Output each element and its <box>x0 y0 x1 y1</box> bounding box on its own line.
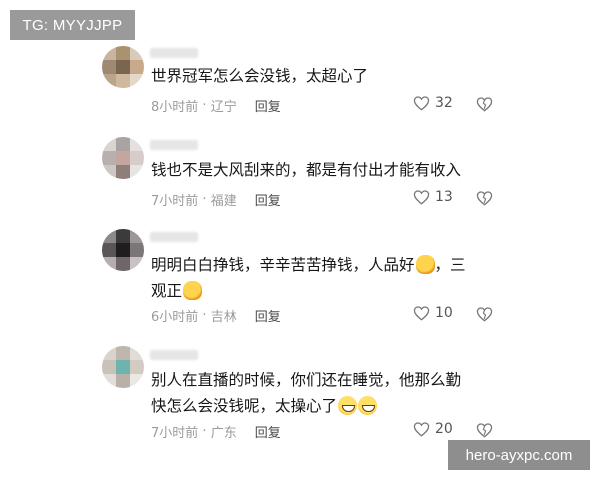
like-button[interactable]: 20 <box>413 421 453 437</box>
username-blurred[interactable] <box>150 350 198 360</box>
comment-text: 明明白白挣钱，辛辛苦苦挣钱，人品好 ，三 观正 <box>151 255 466 300</box>
username-blurred[interactable] <box>150 140 198 150</box>
heart-outline-icon <box>413 306 430 321</box>
comment-meta: 8小时前 · 辽宁 回复 <box>151 96 281 115</box>
like-count: 32 <box>435 95 453 111</box>
thumbs-up-emoji <box>415 255 435 274</box>
grinning-face-emoji <box>358 396 378 415</box>
comment-location: 福建 <box>210 194 237 209</box>
like-count: 13 <box>435 189 453 205</box>
comment-meta: 7小时前 · 广东 回复 <box>151 422 281 441</box>
comment-text: 别人在直播的时候，你们还在睡觉，他那么勤 快怎么会没钱呢，太操心了 <box>151 371 462 415</box>
comment-meta: 6小时前 · 吉林 回复 <box>151 306 281 325</box>
thumbs-up-emoji <box>183 281 203 300</box>
comment-location: 辽宁 <box>210 100 237 115</box>
comment-location: 广东 <box>210 426 237 441</box>
like-count: 20 <box>435 421 453 437</box>
comment-time: 7小时前 <box>151 194 199 209</box>
avatar[interactable] <box>102 346 144 388</box>
watermark-bottom: hero-ayxpc.com <box>448 440 590 470</box>
grinning-face-emoji <box>338 396 358 415</box>
comment-text: 世界冠军怎么会没钱，太超心了 <box>151 67 369 85</box>
comment-location: 吉林 <box>210 310 237 325</box>
avatar[interactable] <box>102 229 144 271</box>
username-blurred[interactable] <box>150 48 198 58</box>
comment-meta: 7小时前 · 福建 回复 <box>151 190 281 209</box>
heart-outline-icon <box>413 96 430 111</box>
like-button[interactable]: 10 <box>413 305 453 321</box>
avatar[interactable] <box>102 137 144 179</box>
broken-heart-icon[interactable] <box>476 96 493 112</box>
comment-time: 7小时前 <box>151 426 199 441</box>
broken-heart-icon[interactable] <box>476 422 493 438</box>
like-button[interactable]: 32 <box>413 95 453 111</box>
like-button[interactable]: 13 <box>413 189 453 205</box>
like-count: 10 <box>435 305 453 321</box>
broken-heart-icon[interactable] <box>476 190 493 206</box>
reply-button[interactable]: 回复 <box>255 306 281 325</box>
avatar[interactable] <box>102 46 144 88</box>
broken-heart-icon[interactable] <box>476 306 493 322</box>
reply-button[interactable]: 回复 <box>255 190 281 209</box>
reply-button[interactable]: 回复 <box>255 96 281 115</box>
comment-time: 6小时前 <box>151 310 199 325</box>
heart-outline-icon <box>413 422 430 437</box>
heart-outline-icon <box>413 190 430 205</box>
comment-time: 8小时前 <box>151 100 199 115</box>
watermark-top: TG: MYYJJPP <box>10 10 135 40</box>
comment-text: 钱也不是大风刮来的，都是有付出才能有收入 <box>151 161 462 179</box>
reply-button[interactable]: 回复 <box>255 422 281 441</box>
username-blurred[interactable] <box>150 232 198 242</box>
